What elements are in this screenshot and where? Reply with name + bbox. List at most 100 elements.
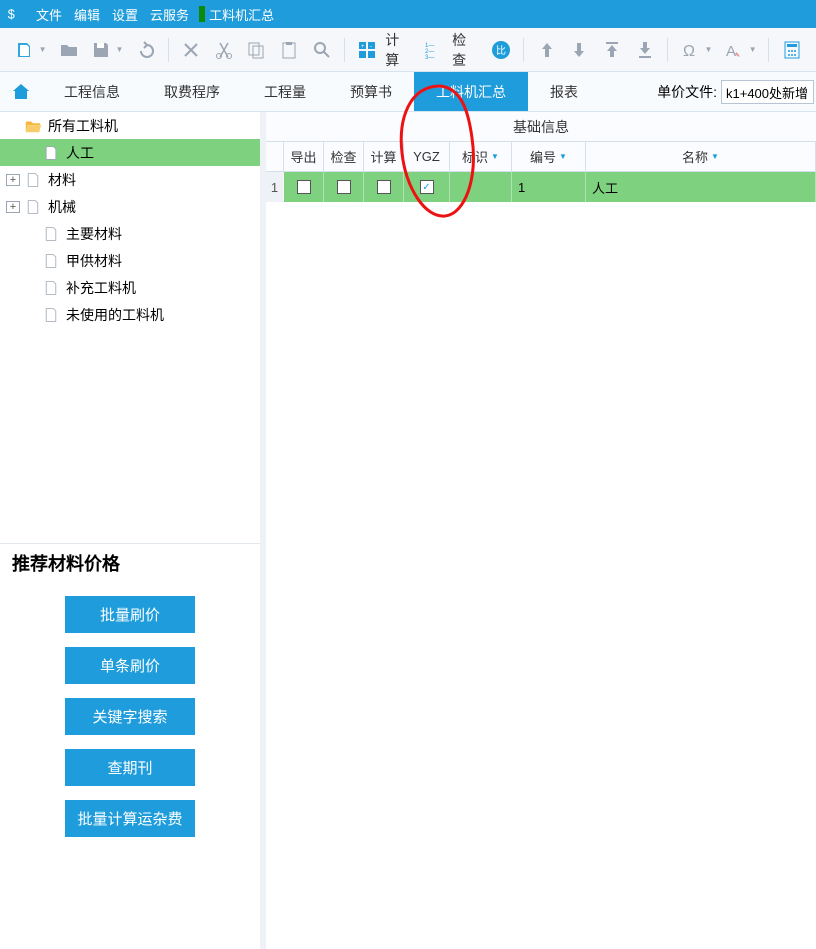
tree-item-material[interactable]: + 材料 — [0, 166, 260, 193]
svg-text:✎: ✎ — [735, 52, 740, 59]
check-button[interactable]: 1—2—3— 检查 — [418, 30, 485, 70]
arrow-up-bar-button[interactable] — [598, 35, 627, 65]
batch-freight-button[interactable]: 批量计算运杂费 — [65, 800, 195, 837]
search-button[interactable] — [307, 35, 336, 65]
omega-button[interactable]: Ω — [676, 35, 705, 65]
chevron-down-icon: ▼ — [559, 152, 567, 161]
menu-edit[interactable]: 编辑 — [68, 5, 106, 24]
row-number: 1 — [266, 172, 284, 202]
tree-item-label: 甲供材料 — [66, 251, 122, 271]
arrow-up-button[interactable] — [532, 35, 561, 65]
omega-dropdown-icon[interactable]: ▼ — [705, 45, 715, 54]
tree-root[interactable]: 所有工料机 — [0, 112, 260, 139]
menu-file[interactable]: 文件 — [30, 5, 68, 24]
svg-text:$: $ — [8, 8, 15, 22]
app-icon: $ — [6, 6, 24, 22]
file-icon — [42, 252, 60, 270]
ygz-checkbox[interactable]: ✓ — [420, 180, 434, 194]
tree-item-label: 材料 — [48, 170, 76, 190]
mark-cell[interactable] — [450, 172, 512, 202]
file-icon — [42, 306, 60, 324]
journal-button[interactable]: 查期刊 — [65, 749, 195, 786]
tab-report[interactable]: 报表 — [528, 72, 600, 111]
calculator-button[interactable] — [777, 35, 806, 65]
new-button[interactable] — [10, 35, 39, 65]
font-dropdown-icon[interactable]: ▼ — [749, 45, 759, 54]
export-checkbox[interactable] — [297, 180, 311, 194]
tree-item-labor[interactable]: 人工 — [0, 139, 260, 166]
header-ygz[interactable]: YGZ — [404, 142, 450, 171]
save-button[interactable] — [87, 35, 116, 65]
tabbar: 工程信息 取费程序 工程量 预算书 工料机汇总 报表 单价文件: k1+400处… — [0, 72, 816, 112]
home-tab[interactable] — [0, 72, 42, 111]
doc-title: 工料机汇总 — [207, 5, 274, 24]
single-refresh-button[interactable]: 单条刷价 — [65, 647, 195, 684]
tree-item-label: 机械 — [48, 197, 76, 217]
svg-text:比: 比 — [496, 45, 506, 57]
file-icon — [42, 279, 60, 297]
new-dropdown-icon[interactable]: ▼ — [39, 45, 49, 54]
header-check[interactable]: 检查 — [324, 142, 364, 171]
copy-button[interactable] — [242, 35, 271, 65]
cut-button[interactable] — [209, 35, 238, 65]
calc-checkbox[interactable] — [377, 180, 391, 194]
svg-text:-: - — [370, 44, 372, 50]
undo-button[interactable] — [131, 35, 160, 65]
table-row[interactable]: 1 ✓ 1 人工 — [266, 172, 816, 202]
grid-group-header: 基础信息 — [266, 112, 816, 142]
paste-button[interactable] — [275, 35, 304, 65]
tree-item-supplement[interactable]: 补充工料机 — [0, 274, 260, 301]
header-mark[interactable]: 标识▼ — [450, 142, 512, 171]
tab-project-info[interactable]: 工程信息 — [42, 72, 142, 111]
unit-file-select[interactable]: k1+400处新增 — [721, 80, 814, 104]
tab-fee-program[interactable]: 取费程序 — [142, 72, 242, 111]
check-label: 检查 — [452, 30, 478, 70]
tree-item-machine[interactable]: + 机械 — [0, 193, 260, 220]
tab-budget[interactable]: 预算书 — [328, 72, 414, 111]
tree: 所有工料机 人工 + 材料 + 机械 主要材料 — [0, 112, 260, 328]
tree-item-label: 主要材料 — [66, 224, 122, 244]
panel-title: 推荐材料价格 — [0, 543, 260, 588]
compute-button[interactable]: +- 计算 — [351, 30, 418, 70]
arrow-down-button[interactable] — [565, 35, 594, 65]
header-calc[interactable]: 计算 — [364, 142, 404, 171]
tree-item-supply-material[interactable]: 甲供材料 — [0, 247, 260, 274]
tree-item-unused[interactable]: 未使用的工料机 — [0, 301, 260, 328]
file-icon — [24, 171, 42, 189]
grid-header: 导出 检查 计算 YGZ 标识▼ 编号▼ 名称▼ — [266, 142, 816, 172]
expand-icon[interactable]: + — [6, 174, 20, 186]
svg-text:+: + — [361, 44, 365, 50]
batch-refresh-button[interactable]: 批量刷价 — [65, 596, 195, 633]
expand-icon[interactable]: + — [6, 201, 20, 213]
file-icon — [42, 225, 60, 243]
unit-file-label: 单价文件: — [657, 82, 717, 102]
compute-label: 计算 — [385, 30, 411, 70]
code-cell[interactable]: 1 — [512, 172, 586, 202]
header-rownum — [266, 142, 284, 171]
arrow-down-bar-button[interactable] — [630, 35, 659, 65]
content: 基础信息 导出 检查 计算 YGZ 标识▼ 编号▼ 名称▼ 1 ✓ 1 人工 — [266, 112, 816, 949]
tab-quantity[interactable]: 工程量 — [242, 72, 328, 111]
menu-settings[interactable]: 设置 — [106, 5, 144, 24]
name-cell[interactable]: 人工 — [586, 172, 816, 202]
tab-material-summary[interactable]: 工料机汇总 — [414, 72, 528, 111]
header-name[interactable]: 名称▼ — [586, 142, 816, 171]
tree-item-main-material[interactable]: 主要材料 — [0, 220, 260, 247]
svg-text:3—: 3— — [425, 55, 434, 60]
chevron-down-icon: ▼ — [491, 152, 499, 161]
header-code[interactable]: 编号▼ — [512, 142, 586, 171]
compare-button[interactable]: 比 — [487, 35, 516, 65]
svg-text:Ω: Ω — [683, 43, 695, 60]
toolbar: ▼ ▼ +- 计算 1—2—3— 检查 比 Ω ▼ A✎ ▼ — [0, 28, 816, 72]
sidebar: 所有工料机 人工 + 材料 + 机械 主要材料 — [0, 112, 266, 949]
open-button[interactable] — [54, 35, 83, 65]
keyword-search-button[interactable]: 关键字搜索 — [65, 698, 195, 735]
delete-button[interactable] — [177, 35, 206, 65]
check-checkbox[interactable] — [337, 180, 351, 194]
doc-marker — [199, 6, 205, 22]
menu-cloud[interactable]: 云服务 — [144, 5, 195, 24]
save-dropdown-icon[interactable]: ▼ — [116, 45, 126, 54]
font-button[interactable]: A✎ — [720, 35, 749, 65]
file-icon — [42, 144, 60, 162]
header-export[interactable]: 导出 — [284, 142, 324, 171]
